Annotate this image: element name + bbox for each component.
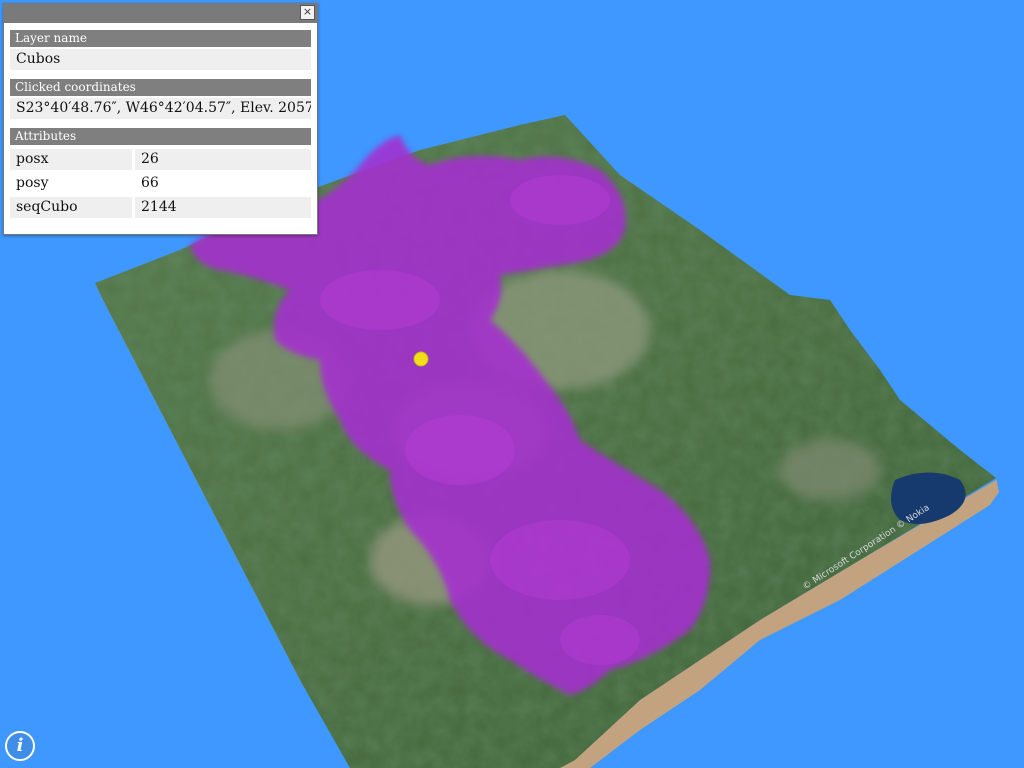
table-row: seqCubo 2144 [10,197,311,218]
clicked-point-marker [413,351,429,367]
clicked-coordinates-header: Clicked coordinates [10,79,311,96]
popup-titlebar: × [4,4,317,23]
attribute-value: 66 [135,173,311,194]
close-button[interactable]: × [300,5,315,20]
layer-name-value: Cubos [10,49,311,70]
info-icon[interactable]: i [5,731,35,761]
attributes-table: posx 26 posy 66 seqCubo 2144 [10,146,311,221]
attribute-key: posy [10,173,135,194]
table-row: posy 66 [10,173,311,194]
feature-info-popup: × Layer name Cubos Clicked coordinates S… [3,3,318,235]
attribute-value: 26 [135,149,311,170]
attribute-value: 2144 [135,197,311,218]
attribute-key: posx [10,149,135,170]
attributes-header: Attributes [10,128,311,145]
table-row: posx 26 [10,149,311,170]
clicked-coordinates-value: S23°40′48.76″, W46°42′04.57″, Elev. 2057… [10,98,311,119]
attribute-key: seqCubo [10,197,135,218]
layer-name-header: Layer name [10,30,311,47]
